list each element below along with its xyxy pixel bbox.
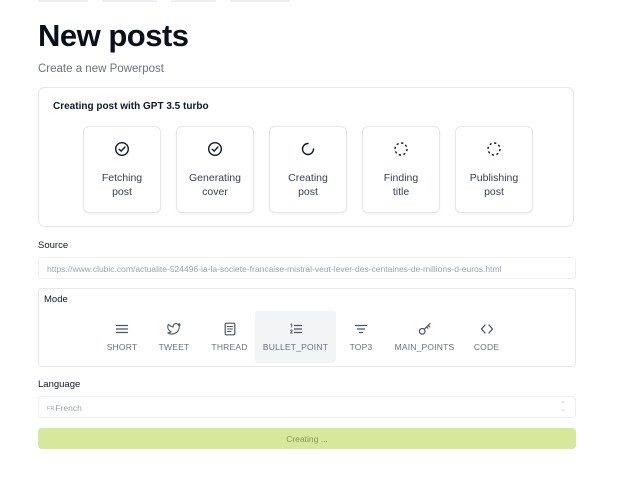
create-button[interactable]: Creating ...: [38, 428, 576, 449]
key-icon: [418, 322, 431, 335]
step-label: Fetching post: [101, 172, 143, 198]
page-subtitle: Create a new Powerpost: [38, 63, 164, 75]
top-nav-remnant: [38, 0, 290, 3]
mode-option-label: THREAD: [211, 342, 248, 352]
step-label: Finding title: [383, 172, 419, 198]
mode-option-thread[interactable]: THREAD: [204, 311, 255, 363]
step-fetching-post: Fetching post: [83, 126, 161, 213]
flag-icon: FR: [47, 406, 55, 412]
twitter-bird-icon: [167, 323, 181, 335]
mode-option-main-points[interactable]: MAIN_POINTS: [386, 311, 463, 363]
dashed-circle-icon: [394, 142, 408, 156]
check-circle-icon: [114, 141, 130, 157]
language-value: French: [55, 403, 82, 413]
step-finding-title: Finding title: [362, 126, 440, 213]
language-label: Language: [38, 379, 81, 390]
source-label: Source: [38, 240, 69, 251]
language-select[interactable]: FRFrench ⌃ ⌄: [38, 396, 576, 418]
step-label: Publishing post: [469, 172, 519, 198]
menu-lines-icon: [115, 324, 129, 334]
mode-selector: Mode SHORT TWEET THREAD BULLET_POINT TOP…: [38, 288, 576, 367]
step-creating-post: Creating post: [269, 126, 347, 213]
generation-progress-card: Creating post with GPT 3.5 turbo Fetchin…: [38, 87, 574, 227]
source-url-input[interactable]: https://www.clubic.com/actualite-524496-…: [38, 257, 576, 279]
code-brackets-icon: [480, 324, 493, 334]
check-circle-icon: [207, 141, 223, 157]
page-title: New posts: [38, 18, 189, 53]
mode-option-tweet[interactable]: TWEET: [144, 311, 204, 363]
progress-title: Creating post with GPT 3.5 turbo: [53, 101, 209, 112]
mode-option-label: TOP3: [349, 342, 373, 352]
document-icon: [224, 322, 235, 336]
mode-option-label: BULLET_POINT: [262, 342, 329, 352]
spinner-icon: [301, 142, 315, 156]
mode-label: Mode: [44, 294, 68, 305]
chevron-updown-icon: ⌃ ⌄: [560, 401, 566, 413]
step-generating-cover: Generating cover: [176, 126, 254, 213]
mode-option-label: TWEET: [158, 342, 190, 352]
mode-option-code[interactable]: CODE: [463, 311, 510, 363]
mode-option-label: MAIN_POINTS: [394, 342, 455, 352]
mode-option-label: SHORT: [106, 342, 138, 352]
mode-option-top3[interactable]: TOP3: [336, 311, 386, 363]
mode-option-label: CODE: [473, 342, 500, 352]
mode-option-short[interactable]: SHORT: [100, 311, 144, 363]
dashed-circle-icon: [487, 142, 501, 156]
list-ordered-icon: [289, 323, 302, 334]
step-publishing-post: Publishing post: [455, 126, 533, 213]
step-label: Creating post: [288, 172, 328, 198]
step-label: Generating cover: [189, 172, 241, 198]
filter-icon: [354, 324, 368, 334]
mode-option-bullet-point[interactable]: BULLET_POINT: [255, 311, 336, 363]
